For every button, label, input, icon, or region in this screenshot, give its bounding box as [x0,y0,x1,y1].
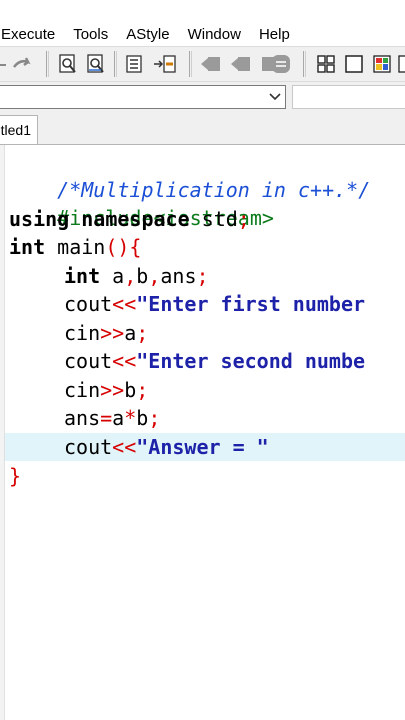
tab-untitled1[interactable]: tled1 [0,115,38,144]
toolbar [0,46,405,82]
code-line-7: cin>>a; [64,319,148,347]
operator-token: >> [100,378,125,402]
class-dropdown[interactable] [0,85,286,109]
operator-token: , [124,264,137,288]
identifier-token: a [124,321,137,345]
keyword-token: using namespace [9,207,190,231]
identifier-token: ans [160,264,197,288]
operator-token: * [124,406,137,430]
code-line-6: cout<<"Enter first number [64,290,365,318]
keyword-token: int [9,235,46,259]
code-editor[interactable]: /*Multiplication in c++.*/ #include<iost… [0,145,405,720]
menu-execute[interactable]: Execute [0,26,59,43]
class-icon[interactable] [343,53,365,75]
identifier-token: cin [64,378,101,402]
operator-token: << [112,292,137,316]
menu-window[interactable]: Window [184,26,245,43]
code-line-5: int a,b,ans; [64,262,209,290]
operator-token: << [112,435,137,459]
identifier-token: main [45,235,106,259]
code-line-9: cin>>b; [64,376,148,404]
toggle-breakpoint-icon[interactable] [152,53,178,75]
redo-arrow-icon[interactable] [0,53,36,75]
identifier-token: a [112,406,125,430]
menu-help[interactable]: Help [255,26,294,43]
tab-label: tled1 [0,122,31,138]
identifier-token: a [100,264,125,288]
code-line-10: ans=a*b; [64,404,160,432]
module-icon[interactable] [371,53,393,75]
toolbar-separator [46,51,49,77]
operator-token: ; [148,406,161,430]
stop-icon[interactable] [270,53,292,75]
editor-tab-strip: tled1 [0,112,405,145]
new-project-icon[interactable] [315,53,337,75]
identifier-token: b [136,264,149,288]
toolbar-separator [189,51,192,77]
run-icon[interactable] [228,53,254,75]
keyword-token: int [64,264,101,288]
code-line-2: #include<iostream> [9,176,274,230]
operator-token: , [148,264,161,288]
identifier-token: std [189,207,238,231]
indent-icon[interactable] [124,53,146,75]
identifier-token: cout [64,349,113,373]
string-token: "Enter second numbe [136,349,366,373]
operator-token: = [100,406,113,430]
identifier-token: b [136,406,149,430]
code-line-1: /*Multiplication in c++.*/ [9,148,370,202]
operator-token: ; [136,378,149,402]
code-line-3: using namespace std; [9,205,250,233]
code-line-11: cout<<"Answer = " [64,433,269,461]
operator-token: (){ [105,235,142,259]
menu-bar: Execute Tools AStyle Window Help [0,22,405,46]
find-icon[interactable] [57,53,79,75]
identifier-token: ans [64,406,101,430]
class-browser-bar [0,82,405,113]
identifier-token: cout [64,292,113,316]
string-token: "Answer = " [136,435,269,459]
operator-token: ; [237,207,250,231]
operator-token: ; [136,321,149,345]
code-line-12: } [9,462,21,490]
menu-tools[interactable]: Tools [69,26,112,43]
compile-icon[interactable] [198,53,224,75]
operator-token: ; [196,264,209,288]
replace-icon[interactable] [85,53,107,75]
code-line-8: cout<<"Enter second numbe [64,347,365,375]
identifier-token: cin [64,321,101,345]
properties-icon[interactable] [397,53,405,75]
operator-token: << [112,349,137,373]
toolbar-separator [303,51,306,77]
identifier-token: cout [64,435,113,459]
string-token: "Enter first number [136,292,366,316]
operator-token: } [9,464,22,488]
chevron-down-icon[interactable] [265,86,285,108]
toolbar-separator [114,51,117,77]
menu-astyle[interactable]: AStyle [122,26,173,43]
identifier-token: b [124,378,137,402]
code-line-4: int main(){ [9,233,141,261]
member-dropdown[interactable] [292,85,405,109]
operator-token: >> [100,321,125,345]
